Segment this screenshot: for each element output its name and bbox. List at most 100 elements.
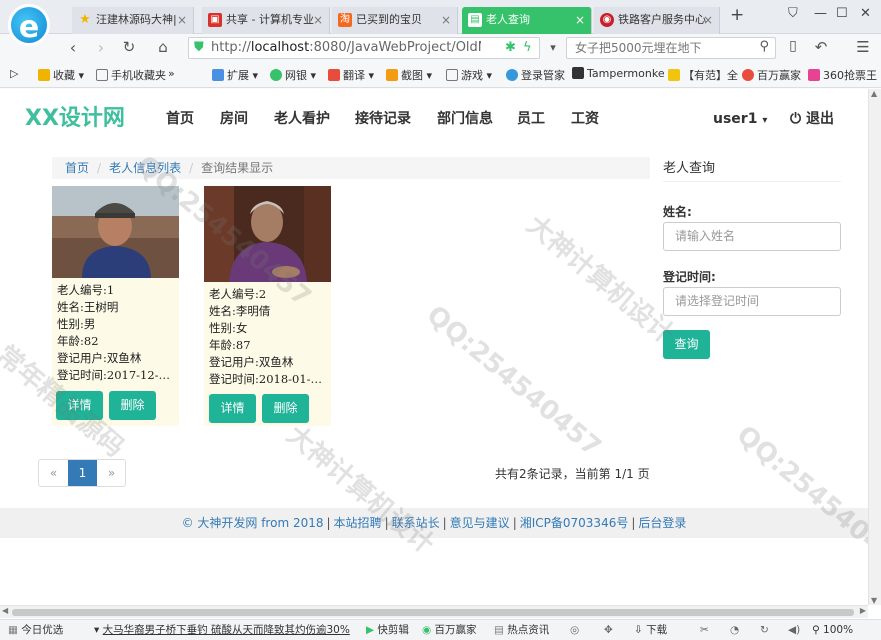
footer-link-jobs[interactable]: 本站招聘 [334,516,382,530]
skin-icon[interactable]: ⛉ [788,6,798,21]
close-icon[interactable]: × [703,7,713,33]
username: user1 [713,111,758,127]
volume-icon[interactable]: ◀) [788,620,800,640]
page-next[interactable]: » [97,460,126,486]
puzzle-icon[interactable]: ✥ [604,620,613,640]
page-current[interactable]: 1 [68,460,97,486]
close-icon[interactable]: × [313,7,323,33]
refresh-small-icon[interactable]: ↻ [760,620,769,640]
detail-button[interactable]: 详情 [56,391,103,420]
fav-item-mobile[interactable]: 手机收藏夹 [96,67,166,83]
fav-item-tampermonkey[interactable]: Tampermonke [572,67,665,80]
menu-icon[interactable]: ☰ [852,38,874,56]
maximize-icon[interactable]: ☐ [836,6,848,21]
phone-icon[interactable]: ▯ [782,38,804,54]
download[interactable]: ⇩ 下载 [634,620,667,640]
scroll-down-icon[interactable]: ▼ [871,596,877,605]
footer-copyright[interactable]: © 大神开发网 from 2018 [182,516,324,530]
name-label: 姓名: [663,205,692,219]
nav-home[interactable]: 首页 [166,108,194,130]
browser-tab-1[interactable]: ★ 汪建林源码大神| × [72,7,194,34]
breadcrumb-list[interactable]: 老人信息列表 [109,161,181,175]
delete-button[interactable]: 删除 [109,391,156,420]
close-window-icon[interactable]: ✕ [860,6,871,21]
more-icon[interactable]: » [168,67,175,80]
fav-item-ticket[interactable]: 360抢票王 [808,67,877,83]
scroll-up-icon[interactable]: ▲ [871,89,877,98]
elder-photo[interactable] [52,186,179,278]
million-winner[interactable]: ◉ 百万赢家 [422,620,477,640]
fav-item-bank[interactable]: 网银 ▾ [270,67,316,83]
name-input[interactable]: 请输入姓名 [663,222,841,251]
fav-item-translate[interactable]: 翻译 ▾ [328,67,374,83]
query-button[interactable]: 查询 [663,330,710,359]
logout-button[interactable]: ⏻ 退出 [790,108,834,130]
scroll-right-icon[interactable]: ▶ [860,606,866,615]
accelerate-icon[interactable]: ✱ [505,40,516,55]
sidebar-toggle-icon[interactable]: ▷ [10,67,18,80]
zoom-level[interactable]: ⚲ 100% [812,620,853,640]
status-label: 快剪辑 [377,624,409,636]
detail-button[interactable]: 详情 [209,394,256,423]
fav-item-games[interactable]: 游戏 ▾ [446,67,492,83]
search-icon[interactable]: ⚲ [759,39,769,54]
browser-icon[interactable]: ◎ [570,620,579,640]
fav-item-collect[interactable]: 收藏 ▾ [38,67,84,83]
breadcrumb-home[interactable]: 首页 [65,161,89,175]
elder-photo[interactable] [204,186,331,282]
nav-elder-care[interactable]: 老人看护 [274,108,330,130]
close-icon[interactable]: × [441,7,451,33]
url-input[interactable]: ⛊ http://localhost:8080/JavaWebProject/O… [188,37,540,59]
tab-label: 共享 - 计算机专业 [226,13,314,26]
quick-clip[interactable]: ▶ 快剪辑 [366,620,409,640]
browser-tab-3[interactable]: 淘 已买到的宝贝 × [332,7,458,34]
fav-item-screenshot[interactable]: 截图 ▾ [386,67,432,83]
nav-rooms[interactable]: 房间 [220,108,248,130]
home-icon[interactable]: ⌂ [152,38,174,56]
site-footer: © 大神开发网 from 2018 | 本站招聘 | 联系站长 | 意见与建议 | 湘ICP备0… [0,508,868,538]
forward-icon[interactable]: › [90,38,112,57]
fav-item-youfan[interactable]: 【有范】全 [668,67,738,83]
dropdown-icon[interactable]: ▾ [542,41,564,54]
vertical-scrollbar[interactable]: ▲ ▼ [868,89,881,605]
scroll-left-icon[interactable]: ◀ [2,606,8,615]
close-icon[interactable]: × [177,7,187,33]
scissors-icon[interactable]: ✂ [700,620,709,640]
browser-tab-active[interactable]: ▤ 老人查询 × [462,7,592,34]
browser-tab-2[interactable]: ▣ 共享 - 计算机专业 × [202,7,330,34]
close-icon[interactable]: × [575,7,585,33]
lightning-icon[interactable]: ϟ [523,40,532,55]
fav-item-winner[interactable]: 百万赢家 [742,67,801,83]
nav-reception[interactable]: 接待记录 [355,108,411,130]
share-icon: ▣ [208,13,222,27]
nav-salary[interactable]: 工资 [571,108,599,130]
search-input[interactable]: 女子把5000元埋在地下 ⚲ [566,37,776,59]
undo-icon[interactable]: ↶ [810,38,832,56]
delete-button[interactable]: 删除 [262,394,309,423]
tab-label: 铁路客户服务中心 [618,13,706,26]
user-menu[interactable]: user1 ▾ [713,108,767,132]
browser-tab-5[interactable]: ◉ 铁路客户服务中心 × [594,7,720,34]
scroll-thumb[interactable] [12,609,854,616]
footer-link-icp[interactable]: 湘ICP备0703346号 [520,516,629,530]
speed-icon[interactable]: ◔ [730,620,739,640]
fav-item-login[interactable]: 登录管家 [506,67,565,83]
horizontal-scrollbar[interactable]: ◀ ▶ [0,605,868,618]
site-brand[interactable]: XX设计网 [25,104,125,134]
back-icon[interactable]: ‹ [62,38,84,57]
news-ticker[interactable]: ▾ 大马华裔男子桥下垂钓 硫酸从天而降致其灼伤逾30% [94,620,352,640]
fav-item-extensions[interactable]: 扩展 ▾ [212,67,258,83]
hot-news[interactable]: ▤ 热点资讯 [494,620,549,640]
time-input[interactable]: 请选择登记时间 [663,287,841,316]
page-prev[interactable]: « [39,460,68,486]
new-tab-button[interactable]: + [730,5,744,25]
footer-link-contact[interactable]: 联系站长 [392,516,440,530]
refresh-icon[interactable]: ↻ [118,38,140,56]
nav-staff[interactable]: 员工 [517,108,545,130]
footer-link-admin[interactable]: 后台登录 [638,516,686,530]
footer-link-feedback[interactable]: 意见与建议 [450,516,510,530]
minimize-icon[interactable]: — [814,6,827,21]
elder-gender: 性别:女 [209,321,248,335]
nav-departments[interactable]: 部门信息 [437,108,493,130]
daily-pick[interactable]: ▦ 今日优选 [8,620,63,640]
